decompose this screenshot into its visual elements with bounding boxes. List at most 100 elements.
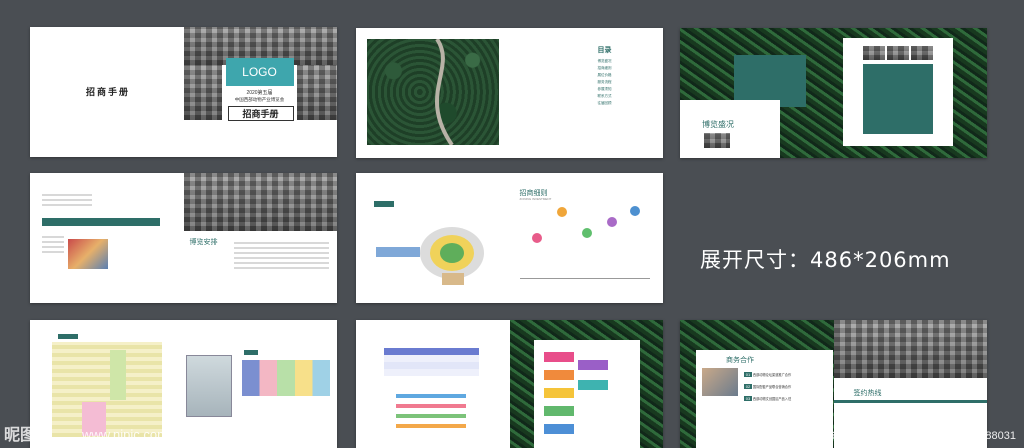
toc-item[interactable]: 联系方式: [598, 93, 612, 100]
coop-num: 02: [744, 384, 752, 389]
toc-title: 目录: [597, 47, 612, 54]
price-column-green: [110, 350, 126, 400]
hotline-bar: [833, 400, 987, 403]
process-table: [384, 348, 479, 376]
venue-map: [376, 227, 484, 285]
arrangement-photo: [68, 239, 108, 269]
coop-item-1: 01 西部动物论坛渠道推广合作: [744, 372, 791, 377]
cover-right-page: LOGO 2020第五届 中国西部动物产业博览会 招商手册: [183, 27, 337, 157]
cover-subtitle: 招商手册: [227, 106, 294, 121]
review-text-block: [863, 64, 933, 134]
process-bar-1: [396, 394, 466, 398]
arrangement-title: 博览安排: [189, 239, 218, 246]
toc-item[interactable]: 服务流程: [598, 79, 612, 86]
text-line: [42, 194, 92, 196]
arrangement-hall-photo: [183, 173, 337, 231]
process-step-2: [543, 370, 574, 380]
text-line: [233, 257, 329, 259]
zone-marker-5: [629, 206, 640, 216]
price-table: [52, 342, 162, 437]
cover-left-page: 招商手册: [30, 27, 184, 157]
process-step-6: [577, 360, 608, 370]
logo-text: LOGO: [242, 65, 277, 79]
review-white-panel: [843, 38, 953, 146]
arrangement-banner: [42, 218, 160, 226]
watermark-strip: 昵图网 www.nipic.com ID:26767991 NO:2019010…: [0, 425, 1024, 448]
handshake-photo: [702, 368, 738, 396]
toc-item[interactable]: 招商细则: [598, 65, 612, 72]
process-step-7: [577, 380, 608, 390]
spread-toc: 目录 博览盛况 招商细则 展位价格 服务流程 参展须知 联系方式 往届回顾: [356, 28, 663, 158]
text-line: [233, 252, 329, 254]
watermark-url[interactable]: www.nipic.com: [82, 427, 168, 442]
cover-crowd-photo-right: [297, 65, 337, 120]
toc-left-page: [356, 28, 510, 158]
booth-price-tag: [243, 350, 258, 355]
text-line: [42, 199, 92, 201]
process-bar-2: [396, 404, 466, 408]
review-photo-3: [911, 46, 933, 60]
toc-item[interactable]: 往届回顾: [598, 100, 612, 107]
road-curve: [435, 37, 454, 147]
text-line: [42, 241, 64, 243]
text-line: [233, 247, 329, 249]
coop-item-2: 02 国际配套产品联合营销合作: [744, 384, 791, 389]
toc-item[interactable]: 参展须知: [598, 86, 612, 93]
cover-title-left: 招商手册: [86, 87, 131, 97]
cover-crowd-photo-bottom: [183, 65, 222, 120]
process-bar-3: [396, 414, 466, 418]
watermark-brand: 昵图网: [4, 425, 53, 444]
zone-marker-3: [581, 228, 592, 238]
arrangement-schedule: [233, 239, 329, 272]
spread-review: 博览盛况: [680, 28, 987, 158]
toc-item[interactable]: 展位价格: [598, 72, 612, 79]
zoning-tag: [374, 201, 394, 207]
zone-marker-2: [556, 207, 567, 217]
hotline-title: 签约热线: [853, 390, 882, 397]
text-line: [42, 246, 64, 248]
booth-image: [185, 355, 232, 417]
coop-num: 01: [744, 372, 752, 377]
coop-text: 国际配套产品联合营销合作: [752, 385, 792, 389]
process-step-3: [543, 388, 574, 398]
zoning-right-page: 招商细则 ZONING INVESTMENT: [510, 173, 664, 303]
coop-text: 西部动物论坛渠道推广合作: [752, 373, 792, 377]
review-title: 博览盛况: [702, 120, 734, 129]
arrangement-left-page: [30, 173, 184, 303]
watermark-id: ID:26767991 NO:20190104112254188031: [808, 430, 1016, 442]
zone-marker-4: [606, 217, 617, 227]
process-step-1: [543, 352, 574, 362]
coop-item-3: 03 西部动物文创园区产品入驻: [744, 396, 791, 401]
text-line: [42, 204, 92, 206]
review-photo-2: [887, 46, 909, 60]
toc-item[interactable]: 博览盛况: [598, 58, 612, 65]
cooperation-title: 商务合作: [726, 357, 754, 364]
text-line: [42, 236, 64, 238]
spread-arrangement: 博览安排: [30, 173, 337, 303]
text-line: [42, 251, 64, 253]
text-line: [233, 262, 329, 264]
toc-right-page: 目录 博览盛况 招商细则 展位价格 服务流程 参展须知 联系方式 往届回顾: [510, 28, 664, 158]
cover-event-name: 中国西部动物产业博览会: [234, 97, 285, 102]
process-step-4: [543, 406, 574, 416]
businessman-photo: [833, 320, 987, 378]
forest-road-photo: [367, 37, 499, 147]
zoning-left-page: [356, 173, 510, 303]
zoning-subtitle: ZONING INVESTMENT: [519, 197, 552, 201]
price-table-header: [58, 334, 78, 339]
arrangement-text-col-2: [42, 233, 64, 256]
text-line: [233, 242, 329, 244]
zone-timeline: [519, 278, 650, 279]
spread-cover: 招商手册 LOGO 2020第五届 中国西部动物产业博览会 招商手册: [30, 27, 337, 157]
spread-zoning: 招商细则 ZONING INVESTMENT: [356, 173, 663, 303]
review-photo-4: [704, 133, 730, 148]
cover-event-year: 2020第五届: [246, 90, 273, 96]
toc-list: 博览盛况 招商细则 展位价格 服务流程 参展须知 联系方式 往届回顾: [598, 58, 612, 107]
review-left-panel: 博览盛况: [680, 100, 780, 158]
booth-price-table: [241, 360, 330, 396]
text-line: [233, 267, 329, 269]
arrangement-right-page: 博览安排: [183, 173, 337, 303]
arrangement-text-col: [42, 191, 92, 209]
spread-size-caption: 展开尺寸：486*206mm: [700, 248, 951, 272]
review-photo-1: [863, 46, 885, 60]
